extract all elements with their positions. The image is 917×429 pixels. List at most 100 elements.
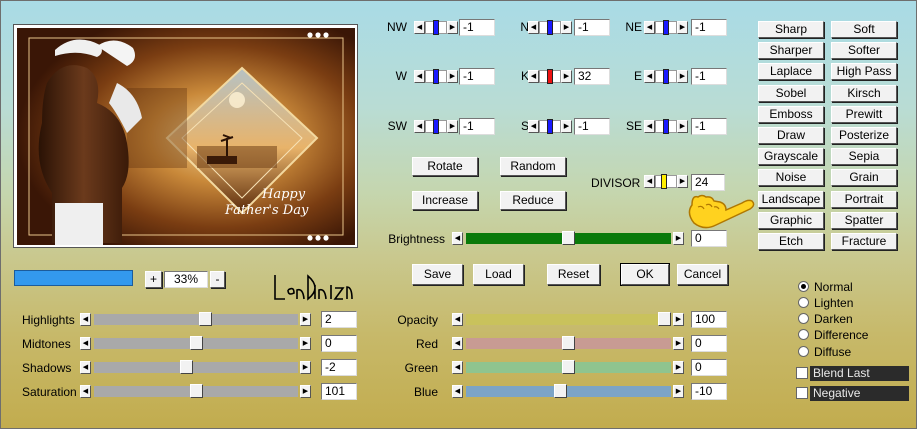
- filter-grayscale-button[interactable]: Grayscale: [758, 148, 824, 165]
- reset-button[interactable]: Reset: [547, 264, 600, 285]
- filter-soft-button[interactable]: Soft: [831, 21, 897, 38]
- negative-checkbox[interactable]: [796, 387, 808, 399]
- saturation-input[interactable]: 101: [321, 383, 357, 400]
- green-input[interactable]: 0: [691, 359, 727, 376]
- kernel-value-input[interactable]: -1: [691, 68, 727, 85]
- divisor-spinner[interactable]: ◀ ▶: [644, 174, 688, 189]
- kernel-spinner[interactable]: ◀ ▶: [414, 69, 458, 84]
- red-input[interactable]: 0: [691, 335, 727, 352]
- arrow-left-icon[interactable]: ◀: [452, 313, 463, 326]
- arrow-right-icon[interactable]: ▶: [447, 21, 458, 34]
- blend-last-checkbox[interactable]: [796, 367, 808, 379]
- arrow-left-icon[interactable]: ◀: [644, 21, 655, 34]
- midtones-input[interactable]: 0: [321, 335, 357, 352]
- filter-high-pass-button[interactable]: High Pass: [831, 63, 897, 80]
- arrow-right-icon[interactable]: ▶: [677, 21, 688, 34]
- highlights-thumb[interactable]: [199, 312, 212, 326]
- save-button[interactable]: Save: [412, 264, 463, 285]
- kernel-thumb[interactable]: [433, 20, 439, 35]
- kernel-value-input[interactable]: -1: [691, 118, 727, 135]
- red-thumb[interactable]: [562, 336, 575, 350]
- blue-input[interactable]: -10: [691, 383, 727, 400]
- arrow-right-icon[interactable]: ▶: [673, 232, 684, 245]
- arrow-left-icon[interactable]: ◀: [452, 385, 463, 398]
- midtones-slider[interactable]: ◀ ▶: [80, 336, 312, 350]
- brightness-slider[interactable]: ◀ ▶: [452, 231, 685, 245]
- arrow-left-icon[interactable]: ◀: [528, 70, 539, 83]
- brightness-input[interactable]: 0: [691, 230, 727, 247]
- arrow-right-icon[interactable]: ▶: [300, 337, 311, 350]
- filter-graphic-button[interactable]: Graphic: [758, 212, 824, 229]
- arrow-right-icon[interactable]: ▶: [673, 313, 684, 326]
- kernel-value-input[interactable]: -1: [459, 68, 495, 85]
- arrow-right-icon[interactable]: ▶: [561, 120, 572, 133]
- filter-sepia-button[interactable]: Sepia: [831, 148, 897, 165]
- increase-button[interactable]: Increase: [412, 191, 478, 210]
- shadows-slider[interactable]: ◀ ▶: [80, 360, 312, 374]
- kernel-spinner[interactable]: ◀ ▶: [644, 119, 688, 134]
- filter-softer-button[interactable]: Softer: [831, 42, 897, 59]
- arrow-left-icon[interactable]: ◀: [414, 70, 425, 83]
- filter-etch-button[interactable]: Etch: [758, 233, 824, 250]
- zoom-out-button[interactable]: -: [210, 271, 225, 288]
- highlights-input[interactable]: 2: [321, 311, 357, 328]
- filter-laplace-button[interactable]: Laplace: [758, 63, 824, 80]
- load-button[interactable]: Load: [473, 264, 524, 285]
- blue-slider[interactable]: ◀ ▶: [452, 384, 685, 398]
- kernel-value-input[interactable]: 32: [574, 68, 610, 85]
- opacity-slider[interactable]: ◀ ▶: [452, 312, 685, 326]
- filter-sobel-button[interactable]: Sobel: [758, 85, 824, 102]
- midtones-thumb[interactable]: [190, 336, 203, 350]
- arrow-left-icon[interactable]: ◀: [452, 232, 463, 245]
- filter-sharper-button[interactable]: Sharper: [758, 42, 824, 59]
- red-slider[interactable]: ◀ ▶: [452, 336, 685, 350]
- filter-spatter-button[interactable]: Spatter: [831, 212, 897, 229]
- kernel-spinner[interactable]: ◀ ▶: [528, 20, 572, 35]
- arrow-right-icon[interactable]: ▶: [447, 70, 458, 83]
- filter-prewitt-button[interactable]: Prewitt: [831, 106, 897, 123]
- arrow-right-icon[interactable]: ▶: [300, 313, 311, 326]
- arrow-right-icon[interactable]: ▶: [673, 385, 684, 398]
- filter-posterize-button[interactable]: Posterize: [831, 127, 897, 144]
- arrow-right-icon[interactable]: ▶: [447, 120, 458, 133]
- arrow-left-icon[interactable]: ◀: [528, 21, 539, 34]
- arrow-left-icon[interactable]: ◀: [80, 337, 91, 350]
- kernel-spinner[interactable]: ◀ ▶: [414, 119, 458, 134]
- arrow-right-icon[interactable]: ▶: [673, 337, 684, 350]
- shadows-input[interactable]: -2: [321, 359, 357, 376]
- kernel-thumb[interactable]: [663, 119, 669, 134]
- green-slider[interactable]: ◀ ▶: [452, 360, 685, 374]
- arrow-right-icon[interactable]: ▶: [561, 70, 572, 83]
- reduce-button[interactable]: Reduce: [500, 191, 566, 210]
- filter-kirsch-button[interactable]: Kirsch: [831, 85, 897, 102]
- arrow-right-icon[interactable]: ▶: [300, 385, 311, 398]
- arrow-right-icon[interactable]: ▶: [561, 21, 572, 34]
- arrow-left-icon[interactable]: ◀: [414, 120, 425, 133]
- filter-fracture-button[interactable]: Fracture: [831, 233, 897, 250]
- arrow-left-icon[interactable]: ◀: [452, 337, 463, 350]
- blend-difference-radio[interactable]: [798, 329, 809, 340]
- filter-portrait-button[interactable]: Portrait: [831, 191, 897, 208]
- cancel-button[interactable]: Cancel: [677, 264, 728, 285]
- arrow-left-icon[interactable]: ◀: [80, 361, 91, 374]
- kernel-value-input[interactable]: -1: [691, 19, 727, 36]
- arrow-right-icon[interactable]: ▶: [677, 120, 688, 133]
- arrow-left-icon[interactable]: ◀: [452, 361, 463, 374]
- saturation-thumb[interactable]: [190, 384, 203, 398]
- opacity-input[interactable]: 100: [691, 311, 727, 328]
- arrow-left-icon[interactable]: ◀: [644, 120, 655, 133]
- kernel-thumb[interactable]: [433, 69, 439, 84]
- blend-normal-radio[interactable]: [798, 281, 809, 292]
- kernel-spinner[interactable]: ◀ ▶: [528, 69, 572, 84]
- zoom-in-button[interactable]: +: [145, 271, 162, 288]
- brightness-thumb[interactable]: [562, 231, 575, 245]
- highlights-slider[interactable]: ◀ ▶: [80, 312, 312, 326]
- kernel-value-input[interactable]: -1: [459, 118, 495, 135]
- kernel-thumb[interactable]: [547, 119, 553, 134]
- kernel-value-input[interactable]: -1: [574, 19, 610, 36]
- kernel-thumb[interactable]: [663, 20, 669, 35]
- blend-diffuse-radio[interactable]: [798, 346, 809, 357]
- arrow-right-icon[interactable]: ▶: [673, 361, 684, 374]
- blue-thumb[interactable]: [554, 384, 567, 398]
- kernel-thumb[interactable]: [433, 119, 439, 134]
